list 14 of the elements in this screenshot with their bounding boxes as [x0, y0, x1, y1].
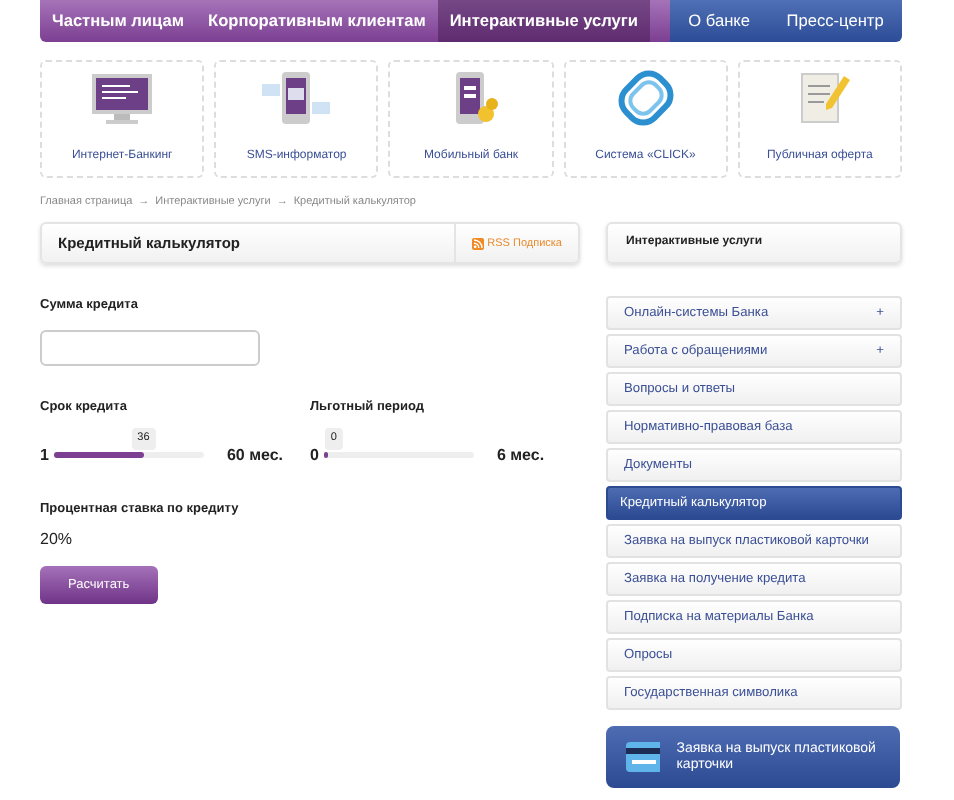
rss-icon	[471, 237, 484, 250]
slider-max: 60 мес.	[226, 443, 284, 468]
slider-min: 0	[310, 443, 319, 468]
nav-tab[interactable]: Корпоративным клиентам	[196, 0, 438, 42]
rate-value: 20%	[40, 527, 75, 551]
nav-tab[interactable]: Частным лицам	[40, 0, 196, 42]
slider-min: 1	[40, 443, 49, 468]
slider-max: 6 мес.	[496, 443, 545, 468]
phone-envelope-icon	[260, 70, 333, 126]
amount-input[interactable]	[40, 330, 260, 366]
nav-tab[interactable]: Пресс-центр	[774, 0, 896, 42]
nav-tab[interactable]: О банке	[676, 0, 762, 42]
card-icon	[626, 742, 661, 773]
nav-tab[interactable]: Интерактивные услуги	[437, 0, 650, 42]
